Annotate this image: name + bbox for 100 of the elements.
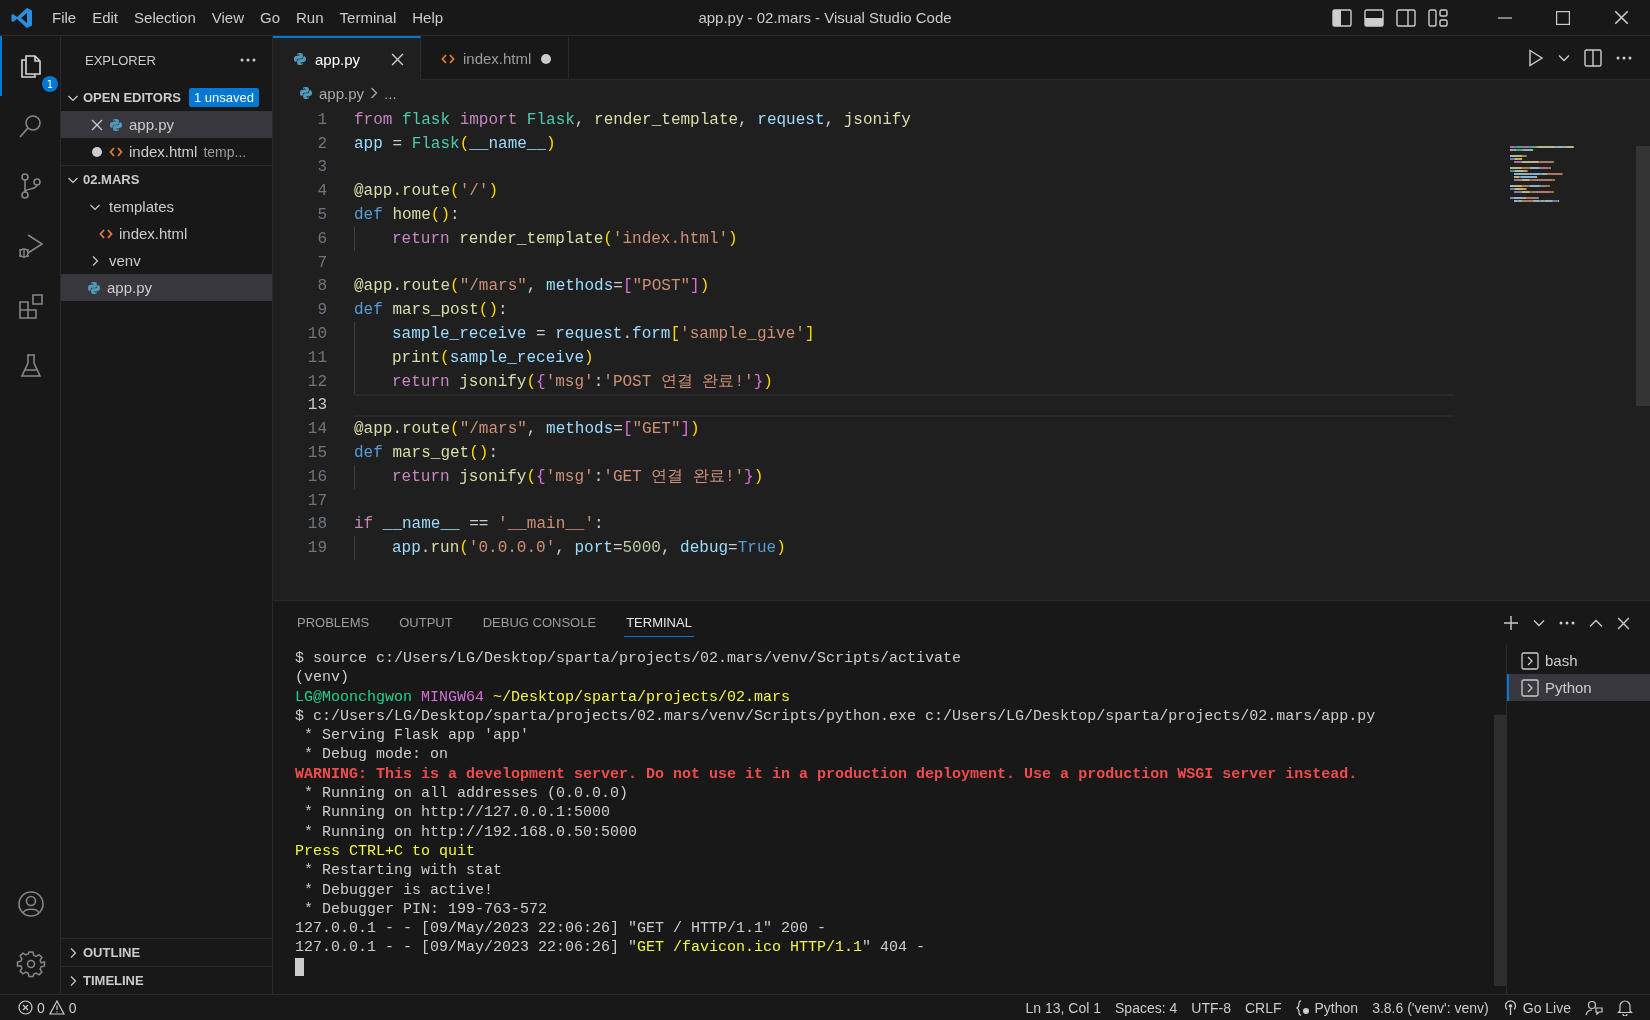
terminal-list-item[interactable]: Python (1507, 674, 1650, 701)
plus-icon[interactable] (1503, 615, 1519, 631)
status-item[interactable]: Ln 13, Col 1 (1018, 999, 1109, 1016)
close-icon[interactable] (391, 52, 404, 66)
terminal-line: LG@Moonchgwon MINGW64 ~/Desktop/sparta/projects/02.mars (295, 687, 792, 707)
terminal-line: 127.0.0.1 - - [09/May/2023 22:06:26] "GET /favicon.ico HTTP/1.1" 404 - (295, 938, 927, 958)
more-icon[interactable] (1616, 55, 1632, 60)
code-line: def home(): (354, 206, 460, 225)
line-number: 19 (306, 539, 327, 558)
breadcrumb-item[interactable]: ... (384, 84, 397, 102)
status-item[interactable]: 3.8.6 ('venv': venv) (1365, 999, 1496, 1016)
more-icon[interactable] (1559, 621, 1575, 625)
line-number: 3 (316, 158, 327, 177)
split-editor-icon[interactable] (1584, 48, 1602, 67)
close-icon[interactable] (91, 118, 103, 131)
close-icon[interactable] (1613, 10, 1629, 25)
menu-item[interactable]: Run (288, 5, 332, 30)
section-header[interactable]: 02.MARS (83, 172, 140, 187)
modified-dot (92, 146, 102, 157)
terminal-line: 127.0.0.1 - - [09/May/2023 22:06:26] "GET / HTTP/1.1" 200 - (295, 919, 828, 939)
open-editor-item[interactable]: index.html temp... (61, 138, 272, 165)
chevron-down-icon[interactable] (1558, 53, 1570, 62)
line-number: 2 (316, 134, 327, 153)
tree-item[interactable]: app.py (61, 274, 272, 301)
line-number: 14 (306, 420, 327, 439)
terminal-line: * Restarting with stat (303, 861, 504, 881)
line-number: 18 (306, 515, 327, 534)
file-description: temp... (203, 143, 247, 160)
status-item[interactable]: UTF-8 (1184, 999, 1238, 1016)
go-live-button[interactable]: Go Live (1495, 999, 1578, 1016)
tree-item[interactable]: venv (61, 247, 272, 274)
menu-item[interactable]: View (203, 5, 252, 30)
run-debug-icon[interactable] (16, 231, 46, 261)
close-icon[interactable] (1617, 616, 1630, 630)
line-number: 1 (316, 110, 327, 129)
code-line: app = Flask(__name__) (354, 134, 556, 153)
feedback-icon[interactable] (1585, 999, 1603, 1016)
status-item[interactable]: Spaces: 4 (1108, 999, 1185, 1016)
menu-item[interactable]: Edit (84, 5, 127, 30)
open-editor-item[interactable]: app.py (61, 111, 272, 138)
minimize-icon[interactable] (1498, 16, 1512, 19)
chevron-up-icon[interactable] (1589, 618, 1603, 628)
chevron-down-icon[interactable] (1533, 619, 1545, 627)
terminal-line: (venv) (295, 668, 350, 688)
panel-tab[interactable]: DEBUG CONSOLE (480, 609, 599, 637)
panel-tab[interactable]: OUTPUT (397, 609, 455, 637)
account-icon[interactable] (16, 889, 46, 919)
code-line: sample_receive = request.form['sample_give'] (392, 325, 815, 344)
language-mode[interactable]: Python (1288, 999, 1366, 1016)
maximize-icon[interactable] (1556, 10, 1570, 25)
section-header[interactable]: OPEN EDITORS (83, 90, 181, 105)
code-line: return jsonify({'msg':'POST 연결 완료!'}) (392, 372, 773, 393)
terminal-line: Press CTRL+C to quit (295, 841, 477, 862)
section-header[interactable]: TIMELINE (83, 973, 144, 988)
error-icon (18, 1000, 33, 1015)
chevron-right-icon (370, 87, 379, 99)
section-header[interactable]: OUTLINE (83, 945, 141, 960)
line-number: 4 (316, 182, 327, 201)
terminal-line: * Serving Flask app 'app' (303, 726, 531, 746)
settings-icon[interactable] (16, 949, 46, 979)
line-number: 8 (316, 277, 327, 296)
status-item[interactable]: CRLF (1237, 999, 1289, 1016)
menu-item[interactable]: File (44, 5, 85, 30)
code-line: if __name__ == '__main__': (354, 515, 604, 534)
menu-item[interactable]: Terminal (331, 5, 405, 30)
line-number: 5 (316, 206, 327, 225)
secondary-sidebar-icon[interactable] (1396, 8, 1416, 27)
code-line: @app.route("/mars", methods=["GET"]) (354, 420, 700, 439)
panel-tab[interactable]: PROBLEMS (295, 609, 372, 637)
code-line: app.run('0.0.0.0', port=5000, debug=True) (392, 539, 786, 558)
run-icon[interactable] (1528, 48, 1544, 67)
bell-icon[interactable] (1617, 999, 1633, 1016)
editor-tab[interactable]: app.py (273, 36, 421, 80)
terminal-list-item[interactable]: bash (1507, 647, 1650, 674)
code-line: from flask import Flask, render_template, request, jsonify (354, 110, 911, 129)
sidebar-toggle-icon[interactable] (1332, 8, 1352, 27)
tree-item[interactable]: templates (61, 193, 272, 220)
panel-tab[interactable]: TERMINAL (624, 609, 694, 637)
more-icon[interactable] (240, 58, 256, 62)
terminal-icon (1521, 678, 1539, 697)
python-icon (87, 280, 101, 295)
terminal-icon (1521, 651, 1539, 670)
terminal-line: * Running on http://127.0.0.1:5000 (303, 803, 612, 823)
window-title: app.py - 02.mars - Visual Studio Code (698, 9, 952, 26)
problems-indicator[interactable]: 0 0 (18, 999, 77, 1016)
extensions-icon[interactable] (16, 291, 46, 321)
menu-item[interactable]: Help (404, 5, 452, 30)
panel-toggle-icon[interactable] (1364, 8, 1384, 27)
line-number: 15 (306, 444, 327, 463)
editor-tab[interactable]: index.html (421, 36, 569, 79)
menu-item[interactable]: Go (252, 5, 288, 30)
layout-icon[interactable] (1428, 8, 1448, 27)
app-logo[interactable] (11, 6, 33, 29)
menu-item[interactable]: Selection (126, 5, 204, 30)
breadcrumb-item[interactable]: app.py (319, 84, 365, 102)
terminal-line: * Debug mode: on (303, 745, 450, 765)
terminal-line: * Debugger is active! (303, 880, 495, 900)
notification-badge: 1 (42, 76, 58, 92)
line-number: 17 (306, 491, 327, 510)
tree-item[interactable]: index.html (61, 220, 272, 247)
